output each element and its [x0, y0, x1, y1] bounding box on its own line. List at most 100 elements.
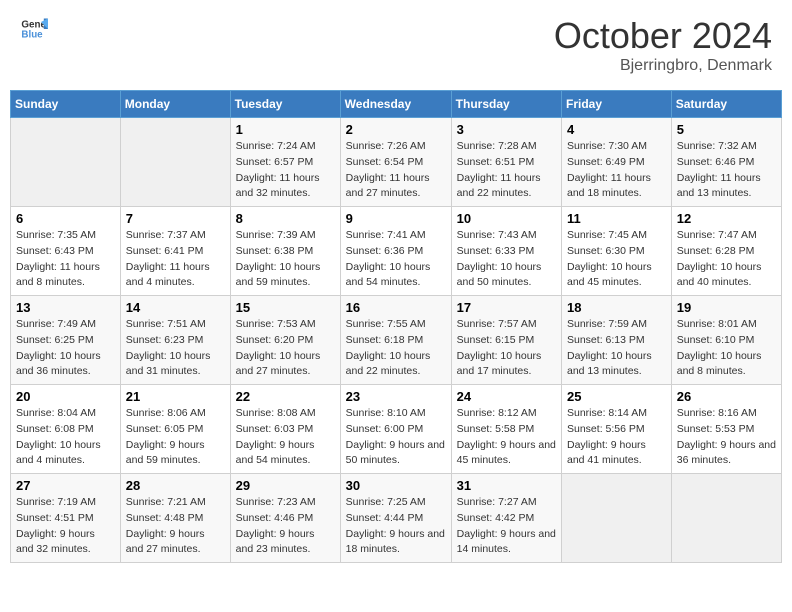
day-info: Sunrise: 7:27 AMSunset: 4:42 PMDaylight:… — [457, 495, 556, 558]
calendar-cell: 29 Sunrise: 7:23 AMSunset: 4:46 PMDaylig… — [230, 474, 340, 563]
svg-text:Blue: Blue — [21, 29, 43, 40]
day-number: 29 — [236, 478, 335, 493]
calendar-cell — [120, 118, 230, 207]
calendar-cell: 13 Sunrise: 7:49 AMSunset: 6:25 PMDaylig… — [11, 296, 121, 385]
calendar-cell: 17 Sunrise: 7:57 AMSunset: 6:15 PMDaylig… — [451, 296, 561, 385]
day-number: 18 — [567, 300, 666, 315]
day-number: 9 — [346, 211, 446, 226]
day-info: Sunrise: 7:28 AMSunset: 6:51 PMDaylight:… — [457, 139, 556, 202]
day-info: Sunrise: 7:19 AMSunset: 4:51 PMDaylight:… — [16, 495, 115, 558]
calendar-week-row: 1 Sunrise: 7:24 AMSunset: 6:57 PMDayligh… — [11, 118, 782, 207]
day-number: 6 — [16, 211, 115, 226]
calendar-cell: 4 Sunrise: 7:30 AMSunset: 6:49 PMDayligh… — [562, 118, 672, 207]
day-number: 31 — [457, 478, 556, 493]
day-info: Sunrise: 7:49 AMSunset: 6:25 PMDaylight:… — [16, 317, 115, 380]
weekday-header: Friday — [562, 91, 672, 118]
location-title: Bjerringbro, Denmark — [554, 57, 772, 75]
day-number: 4 — [567, 122, 666, 137]
weekday-header-row: SundayMondayTuesdayWednesdayThursdayFrid… — [11, 91, 782, 118]
weekday-header: Wednesday — [340, 91, 451, 118]
calendar-cell: 11 Sunrise: 7:45 AMSunset: 6:30 PMDaylig… — [562, 207, 672, 296]
day-number: 10 — [457, 211, 556, 226]
weekday-header: Monday — [120, 91, 230, 118]
calendar-cell — [11, 118, 121, 207]
day-info: Sunrise: 7:37 AMSunset: 6:41 PMDaylight:… — [126, 228, 225, 291]
day-number: 28 — [126, 478, 225, 493]
day-info: Sunrise: 7:23 AMSunset: 4:46 PMDaylight:… — [236, 495, 335, 558]
calendar-cell: 14 Sunrise: 7:51 AMSunset: 6:23 PMDaylig… — [120, 296, 230, 385]
day-number: 13 — [16, 300, 115, 315]
calendar-week-row: 13 Sunrise: 7:49 AMSunset: 6:25 PMDaylig… — [11, 296, 782, 385]
day-info: Sunrise: 7:55 AMSunset: 6:18 PMDaylight:… — [346, 317, 446, 380]
day-number: 1 — [236, 122, 335, 137]
day-number: 5 — [677, 122, 776, 137]
logo-icon: General Blue — [20, 15, 48, 43]
day-number: 7 — [126, 211, 225, 226]
calendar-week-row: 6 Sunrise: 7:35 AMSunset: 6:43 PMDayligh… — [11, 207, 782, 296]
calendar-cell: 25 Sunrise: 8:14 AMSunset: 5:56 PMDaylig… — [562, 385, 672, 474]
calendar-cell: 24 Sunrise: 8:12 AMSunset: 5:58 PMDaylig… — [451, 385, 561, 474]
day-info: Sunrise: 8:10 AMSunset: 6:00 PMDaylight:… — [346, 406, 446, 469]
calendar-cell — [562, 474, 672, 563]
day-number: 21 — [126, 389, 225, 404]
day-number: 8 — [236, 211, 335, 226]
day-info: Sunrise: 8:01 AMSunset: 6:10 PMDaylight:… — [677, 317, 776, 380]
title-block: October 2024 Bjerringbro, Denmark — [554, 15, 772, 75]
day-number: 3 — [457, 122, 556, 137]
calendar-cell: 23 Sunrise: 8:10 AMSunset: 6:00 PMDaylig… — [340, 385, 451, 474]
weekday-header: Thursday — [451, 91, 561, 118]
day-info: Sunrise: 8:04 AMSunset: 6:08 PMDaylight:… — [16, 406, 115, 469]
calendar-cell: 22 Sunrise: 8:08 AMSunset: 6:03 PMDaylig… — [230, 385, 340, 474]
calendar-cell: 2 Sunrise: 7:26 AMSunset: 6:54 PMDayligh… — [340, 118, 451, 207]
calendar-week-row: 27 Sunrise: 7:19 AMSunset: 4:51 PMDaylig… — [11, 474, 782, 563]
weekday-header: Saturday — [671, 91, 781, 118]
calendar-table: SundayMondayTuesdayWednesdayThursdayFrid… — [10, 90, 782, 563]
calendar-cell: 7 Sunrise: 7:37 AMSunset: 6:41 PMDayligh… — [120, 207, 230, 296]
day-number: 27 — [16, 478, 115, 493]
day-info: Sunrise: 7:35 AMSunset: 6:43 PMDaylight:… — [16, 228, 115, 291]
calendar-cell: 12 Sunrise: 7:47 AMSunset: 6:28 PMDaylig… — [671, 207, 781, 296]
day-number: 14 — [126, 300, 225, 315]
day-info: Sunrise: 7:21 AMSunset: 4:48 PMDaylight:… — [126, 495, 225, 558]
day-number: 30 — [346, 478, 446, 493]
day-number: 24 — [457, 389, 556, 404]
calendar-cell — [671, 474, 781, 563]
month-title: October 2024 — [554, 15, 772, 57]
calendar-cell: 31 Sunrise: 7:27 AMSunset: 4:42 PMDaylig… — [451, 474, 561, 563]
weekday-header: Sunday — [11, 91, 121, 118]
day-number: 11 — [567, 211, 666, 226]
day-number: 2 — [346, 122, 446, 137]
day-info: Sunrise: 7:51 AMSunset: 6:23 PMDaylight:… — [126, 317, 225, 380]
day-number: 15 — [236, 300, 335, 315]
calendar-cell: 15 Sunrise: 7:53 AMSunset: 6:20 PMDaylig… — [230, 296, 340, 385]
day-info: Sunrise: 7:57 AMSunset: 6:15 PMDaylight:… — [457, 317, 556, 380]
day-info: Sunrise: 7:43 AMSunset: 6:33 PMDaylight:… — [457, 228, 556, 291]
day-number: 20 — [16, 389, 115, 404]
calendar-cell: 27 Sunrise: 7:19 AMSunset: 4:51 PMDaylig… — [11, 474, 121, 563]
logo: General Blue — [20, 15, 48, 43]
day-number: 16 — [346, 300, 446, 315]
page-header: General Blue October 2024 Bjerringbro, D… — [10, 10, 782, 80]
calendar-cell: 30 Sunrise: 7:25 AMSunset: 4:44 PMDaylig… — [340, 474, 451, 563]
calendar-cell: 16 Sunrise: 7:55 AMSunset: 6:18 PMDaylig… — [340, 296, 451, 385]
day-info: Sunrise: 7:26 AMSunset: 6:54 PMDaylight:… — [346, 139, 446, 202]
day-number: 23 — [346, 389, 446, 404]
day-info: Sunrise: 7:24 AMSunset: 6:57 PMDaylight:… — [236, 139, 335, 202]
calendar-cell: 3 Sunrise: 7:28 AMSunset: 6:51 PMDayligh… — [451, 118, 561, 207]
day-number: 12 — [677, 211, 776, 226]
day-info: Sunrise: 7:41 AMSunset: 6:36 PMDaylight:… — [346, 228, 446, 291]
day-info: Sunrise: 8:06 AMSunset: 6:05 PMDaylight:… — [126, 406, 225, 469]
day-number: 26 — [677, 389, 776, 404]
day-info: Sunrise: 7:30 AMSunset: 6:49 PMDaylight:… — [567, 139, 666, 202]
day-info: Sunrise: 7:25 AMSunset: 4:44 PMDaylight:… — [346, 495, 446, 558]
day-info: Sunrise: 7:39 AMSunset: 6:38 PMDaylight:… — [236, 228, 335, 291]
calendar-week-row: 20 Sunrise: 8:04 AMSunset: 6:08 PMDaylig… — [11, 385, 782, 474]
day-number: 25 — [567, 389, 666, 404]
day-info: Sunrise: 7:32 AMSunset: 6:46 PMDaylight:… — [677, 139, 776, 202]
calendar-cell: 1 Sunrise: 7:24 AMSunset: 6:57 PMDayligh… — [230, 118, 340, 207]
day-info: Sunrise: 7:53 AMSunset: 6:20 PMDaylight:… — [236, 317, 335, 380]
day-number: 22 — [236, 389, 335, 404]
calendar-cell: 18 Sunrise: 7:59 AMSunset: 6:13 PMDaylig… — [562, 296, 672, 385]
day-info: Sunrise: 8:12 AMSunset: 5:58 PMDaylight:… — [457, 406, 556, 469]
day-number: 19 — [677, 300, 776, 315]
